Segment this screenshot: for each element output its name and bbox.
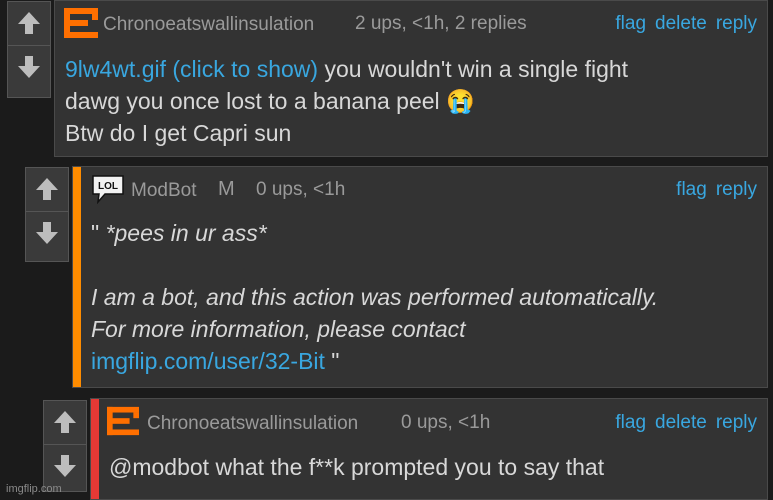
avatar: [64, 8, 98, 38]
arrow-down-icon: [18, 56, 40, 78]
body-text-italic: *pees in ur ass*: [105, 220, 267, 246]
comment-actions: flag delete reply: [615, 13, 757, 35]
vote-box: [43, 400, 87, 492]
vote-box: [25, 167, 69, 262]
thread-stripe: [91, 399, 99, 499]
comment-actions: flag reply: [676, 179, 757, 201]
crying-emoji-icon: 😭: [446, 88, 475, 114]
watermark: imgflip.com: [6, 483, 62, 495]
body-text: ": [324, 348, 340, 374]
reply-button[interactable]: reply: [716, 179, 757, 201]
upvote-button[interactable]: [8, 2, 50, 44]
arrow-down-icon: [36, 222, 58, 244]
body-text-italic: For more information, please contact: [91, 316, 466, 342]
downvote-button[interactable]: [26, 211, 68, 254]
thread-stripe: [73, 167, 81, 387]
comment-body: @modbot what the f**k prompted you to sa…: [109, 451, 604, 483]
delete-button[interactable]: delete: [655, 412, 707, 434]
arrow-down-icon: [54, 455, 76, 477]
mod-badge: M: [218, 178, 235, 200]
lol-speech-bubble-icon: LOL: [92, 175, 124, 204]
body-text: @modbot what the f**k prompted you to sa…: [109, 454, 605, 480]
downvote-button[interactable]: [8, 45, 50, 88]
flag-button[interactable]: flag: [676, 179, 707, 201]
comment-meta: 0 ups, <1h: [256, 179, 346, 200]
flag-button[interactable]: flag: [615, 13, 646, 35]
body-text: dawg you once lost to a banana peel: [65, 88, 440, 114]
comment-meta: 0 ups, <1h: [401, 412, 491, 433]
upvote-button[interactable]: [44, 401, 86, 443]
username[interactable]: Chronoeatswallinsulation: [103, 14, 314, 36]
body-text: you wouldn't win a single fight: [318, 56, 629, 82]
comment-meta: 2 ups, <1h, 2 replies: [355, 13, 527, 34]
upvote-button[interactable]: [26, 168, 68, 210]
flag-button[interactable]: flag: [615, 412, 646, 434]
arrow-up-icon: [36, 178, 58, 200]
username[interactable]: Chronoeatswallinsulation: [147, 413, 358, 435]
downvote-button[interactable]: [44, 444, 86, 487]
vote-box: [7, 1, 51, 98]
svg-text:LOL: LOL: [98, 181, 118, 192]
user-link[interactable]: imgflip.com/user/32-Bit: [91, 348, 325, 374]
comment: Chronoeatswallinsulation 2 ups, <1h, 2 r…: [54, 0, 768, 157]
comment: LOL ModBot M 0 ups, <1h flag reply " *pe…: [72, 166, 768, 388]
avatar: [107, 406, 139, 436]
body-text-italic: I am a bot, and this action was performe…: [91, 284, 659, 310]
delete-button[interactable]: delete: [655, 13, 707, 35]
body-text: Btw do I get Capri sun: [65, 120, 292, 146]
body-text: ": [91, 220, 106, 246]
username[interactable]: ModBot: [131, 180, 196, 202]
comment: Chronoeatswallinsulation 0 ups, <1h flag…: [90, 398, 768, 500]
gif-link[interactable]: 9lw4wt.gif (click to show): [65, 56, 318, 82]
reply-button[interactable]: reply: [716, 13, 757, 35]
comment-body: " *pees in ur ass* I am a bot, and this …: [91, 217, 658, 377]
comment-body: 9lw4wt.gif (click to show) you wouldn't …: [65, 53, 628, 149]
reply-button[interactable]: reply: [716, 412, 757, 434]
comment-actions: flag delete reply: [615, 412, 757, 434]
arrow-up-icon: [54, 411, 76, 433]
arrow-up-icon: [18, 12, 40, 34]
